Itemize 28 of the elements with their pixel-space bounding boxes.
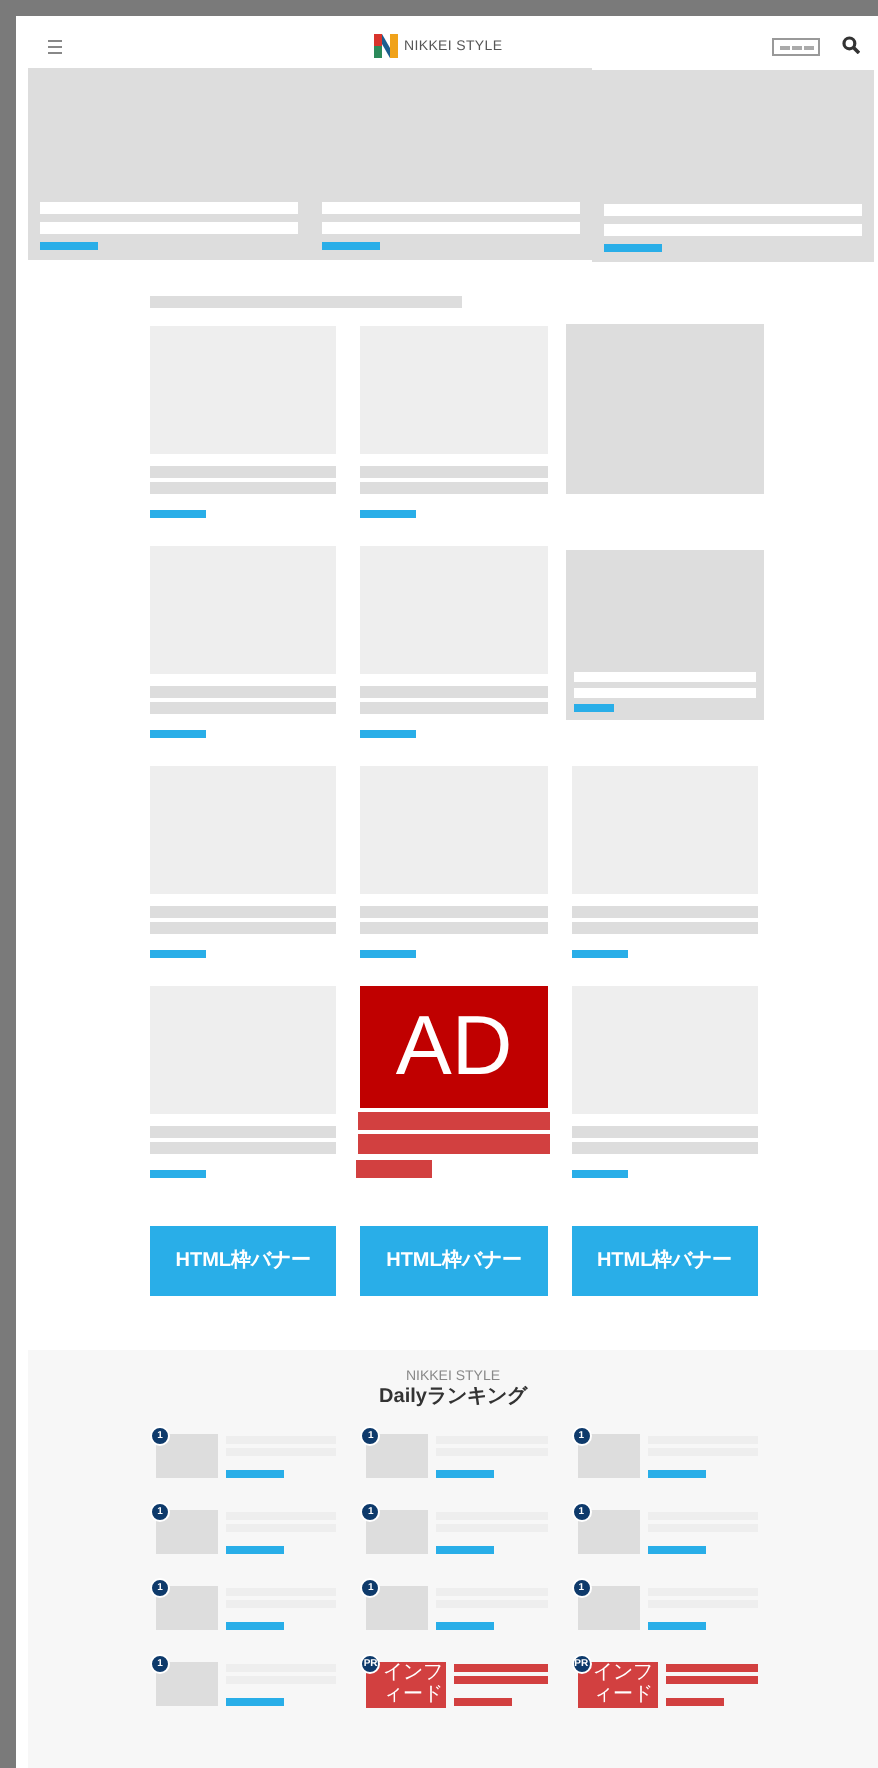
banner-button[interactable]: HTML枠バナー [150, 1226, 337, 1296]
member-button[interactable] [772, 38, 820, 56]
text-placeholder [665, 1664, 758, 1672]
panel-placeholder[interactable] [565, 324, 764, 494]
image-placeholder[interactable] [577, 1434, 640, 1478]
image-placeholder[interactable] [366, 1510, 429, 1554]
logo-icon [374, 34, 398, 58]
image-placeholder[interactable] [156, 1586, 218, 1630]
search-icon[interactable] [842, 36, 860, 54]
image-placeholder[interactable] [366, 1434, 429, 1478]
text-placeholder [454, 1664, 548, 1672]
slide-placeholder[interactable] [28, 68, 310, 260]
image-placeholder[interactable] [366, 1586, 429, 1630]
ad-label[interactable]: AD [360, 986, 548, 1108]
image-placeholder[interactable] [577, 1586, 640, 1630]
text-placeholder [665, 1676, 758, 1684]
section-title: Dailyランキング [379, 1388, 527, 1408]
image-placeholder[interactable] [156, 1510, 218, 1554]
image-placeholder[interactable] [156, 1434, 218, 1478]
banner-button[interactable]: HTML枠バナー [360, 1226, 548, 1296]
text-placeholder [454, 1676, 548, 1684]
image-placeholder[interactable] [577, 1510, 640, 1554]
slide-placeholder[interactable] [592, 70, 874, 262]
banner-button[interactable]: HTML枠バナー [571, 1226, 758, 1296]
link-placeholder[interactable] [356, 1159, 433, 1178]
panel-placeholder[interactable] [565, 550, 764, 720]
menu-icon[interactable] [48, 39, 62, 53]
image-placeholder[interactable] [156, 1662, 218, 1706]
